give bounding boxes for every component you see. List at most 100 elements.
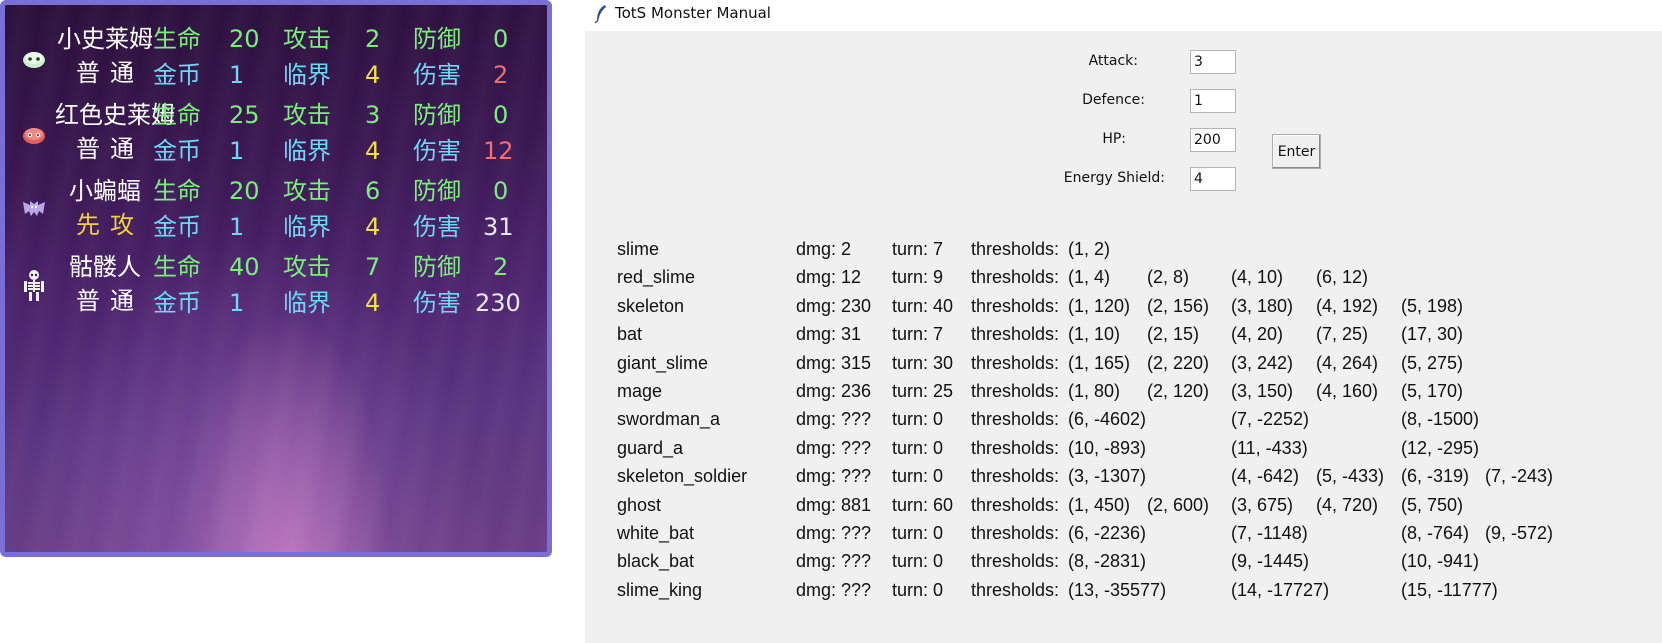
monster-type: 普通 <box>76 287 144 315</box>
green-slime-icon <box>17 40 51 74</box>
hp-value: 20 <box>229 177 260 205</box>
thresholds-label: thresholds: <box>971 409 1060 430</box>
monster-id: skeleton <box>617 295 685 316</box>
threshold-value: (3, 675) <box>1231 494 1294 515</box>
gold-label: 金币 <box>153 61 201 89</box>
def-label: 防御 <box>413 253 461 281</box>
red-slime-icon <box>17 116 51 150</box>
threshold-value: (6, 12) <box>1316 267 1369 288</box>
threshold-value: (8, -2831) <box>1068 551 1147 572</box>
dmg-value: 12 <box>483 137 514 165</box>
monster-id: bat <box>617 324 643 345</box>
threshold-value: (2, 120) <box>1147 381 1210 401</box>
threshold-value: (3, 242) <box>1231 352 1294 373</box>
monster-dmg: dmg: 2 <box>796 239 852 259</box>
feather-icon <box>594 5 606 24</box>
atk-label: 攻击 <box>283 253 331 281</box>
thresholds-label: thresholds: <box>971 267 1060 288</box>
threshold-value: (3, -1307) <box>1068 466 1147 487</box>
threshold-value: (9, -572) <box>1485 523 1554 543</box>
thresholds-label: thresholds: <box>971 324 1060 345</box>
monster-dmg: dmg: ??? <box>796 523 872 543</box>
threshold-value: (10, -893) <box>1068 437 1147 458</box>
monster-dmg: dmg: ??? <box>796 409 872 430</box>
gold-value: 1 <box>229 61 245 89</box>
threshold-value: (4, 264) <box>1316 352 1379 373</box>
energy-shield-label: Energy Shield: <box>1063 170 1165 186</box>
crit-value: 4 <box>365 213 381 241</box>
monster-entry: 小蝙蝠 先攻 生命 20 攻击 6 防御 0 金币 1 临界 4 伤害 31 <box>5 170 547 246</box>
attack-label: Attack: <box>1088 53 1138 69</box>
hp-input[interactable] <box>1190 128 1236 152</box>
hp-label: 生命 <box>153 101 201 129</box>
monster-id: slime_king <box>617 579 703 600</box>
crit-label: 临界 <box>283 213 331 241</box>
atk-label: 攻击 <box>283 25 331 53</box>
threshold-value: (5, 170) <box>1401 381 1464 401</box>
monster-dmg: dmg: ??? <box>796 466 872 487</box>
monster-dmg: dmg: 236 <box>796 381 872 401</box>
threshold-value: (11, -433) <box>1231 437 1308 458</box>
monster-turn: turn: 40 <box>892 295 954 316</box>
attack-input[interactable] <box>1190 50 1236 74</box>
enter-button[interactable]: Enter <box>1272 134 1321 169</box>
dmg-value: 230 <box>475 289 521 317</box>
dmg-label: 伤害 <box>413 289 461 317</box>
def-value: 0 <box>493 101 509 129</box>
dmg-label: 伤害 <box>413 213 461 241</box>
monster-manual-window: TotS Monster Manual Attack: Defence: HP:… <box>585 0 1662 643</box>
monster-turn: turn: 9 <box>892 267 944 288</box>
threshold-value: (4, 192) <box>1316 295 1379 316</box>
threshold-value: (5, 750) <box>1401 494 1464 515</box>
bat-icon <box>17 192 51 226</box>
energy-shield-input[interactable] <box>1190 167 1236 191</box>
gold-value: 1 <box>229 213 245 241</box>
threshold-value: (1, 10) <box>1068 324 1121 345</box>
monster-result-row: ghost dmg: 881 turn: 60 thresholds: (1, 450)… <box>585 495 1662 523</box>
threshold-value: (13, -35577) <box>1068 579 1167 600</box>
hp-label: 生命 <box>153 253 201 281</box>
gold-label: 金币 <box>153 289 201 317</box>
monster-dmg: dmg: 315 <box>796 352 872 373</box>
dmg-value: 31 <box>483 213 514 241</box>
threshold-value: (2, 15) <box>1147 324 1200 345</box>
monster-result-row: mage dmg: 236 turn: 25 thresholds: (1, 80) (2… <box>585 381 1662 409</box>
monster-id: black_bat <box>617 551 695 572</box>
monster-result-row: bat dmg: 31 turn: 7 thresholds: (1, 10) (2, 1… <box>585 324 1662 352</box>
threshold-value: (15, -11777) <box>1401 579 1498 600</box>
monster-id: skeleton_soldier <box>617 466 748 487</box>
atk-value: 3 <box>365 101 381 129</box>
monster-dmg: dmg: ??? <box>796 579 872 600</box>
dmg-value: 2 <box>493 61 509 89</box>
threshold-value: (17, 30) <box>1401 324 1464 345</box>
monster-type: 普通 <box>76 135 144 163</box>
dmg-label: 伤害 <box>413 61 461 89</box>
threshold-value: (10, -941) <box>1401 551 1480 572</box>
crit-value: 4 <box>365 137 381 165</box>
monster-turn: turn: 0 <box>892 437 944 458</box>
thresholds-label: thresholds: <box>971 551 1060 572</box>
threshold-value: (7, 25) <box>1316 324 1369 345</box>
monster-type: 先攻 <box>76 211 144 239</box>
monster-dmg: dmg: ??? <box>796 551 872 572</box>
defence-input[interactable] <box>1190 89 1236 113</box>
threshold-value: (8, -764) <box>1401 523 1470 543</box>
threshold-value: (4, -642) <box>1231 466 1300 487</box>
gold-value: 1 <box>229 289 245 317</box>
monster-result-row: swordman_a dmg: ??? turn: 0 thresholds: (6, … <box>585 409 1662 437</box>
monster-result-row: slime dmg: 2 turn: 7 thresholds: (1, 2) <box>585 239 1662 267</box>
atk-label: 攻击 <box>283 101 331 129</box>
defence-label: Defence: <box>1082 92 1145 108</box>
monster-id: slime <box>617 239 660 259</box>
monster-turn: turn: 0 <box>892 551 944 572</box>
threshold-value: (1, 165) <box>1068 352 1131 373</box>
monster-dmg: dmg: 881 <box>796 494 872 515</box>
def-value: 0 <box>493 25 509 53</box>
atk-value: 7 <box>365 253 381 281</box>
threshold-value: (1, 80) <box>1068 381 1121 401</box>
thresholds-label: thresholds: <box>971 295 1060 316</box>
crit-label: 临界 <box>283 137 331 165</box>
hp-value: 25 <box>229 101 260 129</box>
title-bar: TotS Monster Manual <box>585 0 1662 30</box>
atk-value: 2 <box>365 25 381 53</box>
